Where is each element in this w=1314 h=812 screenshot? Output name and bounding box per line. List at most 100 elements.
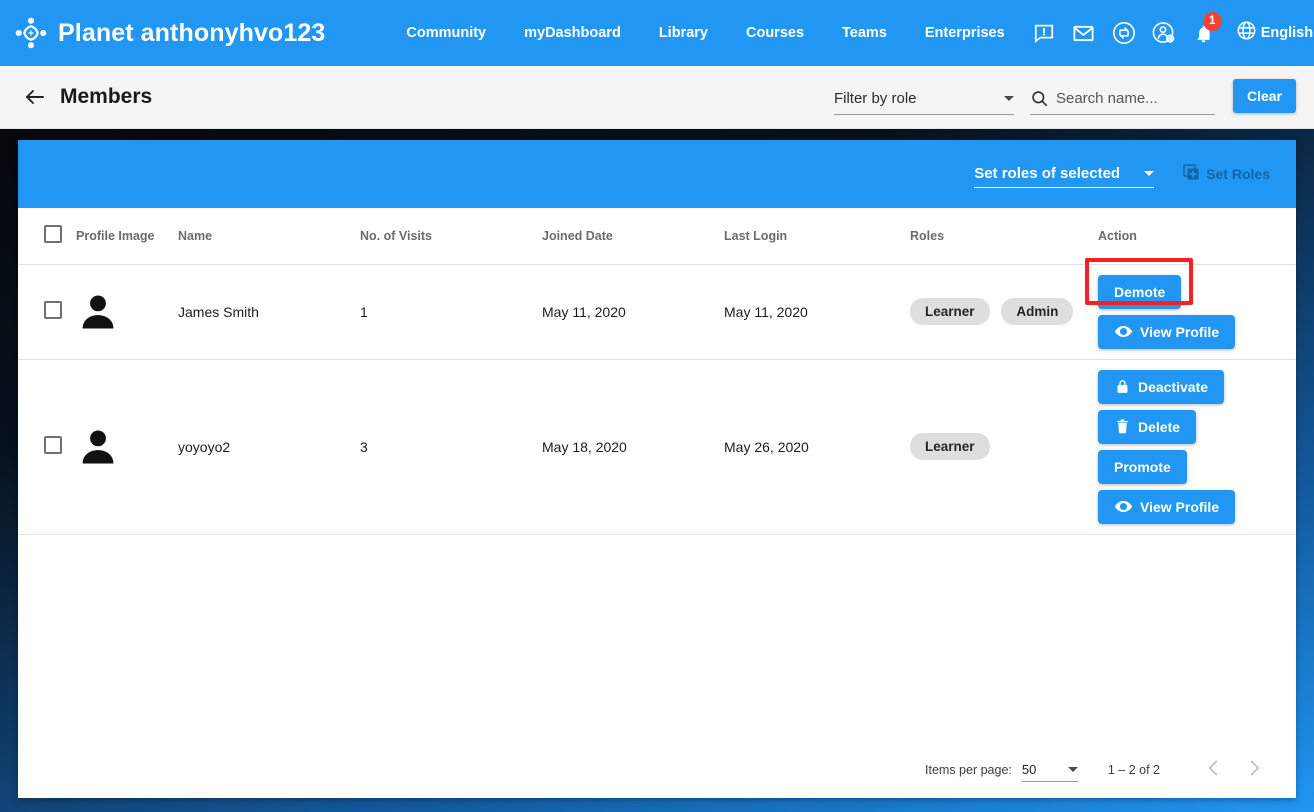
search-field[interactable] — [1029, 85, 1215, 115]
items-per-page-label: Items per page: — [925, 763, 1012, 777]
deactivate-label: Deactivate — [1138, 378, 1209, 395]
paginator: Items per page: 50 1 – 2 of 2 — [18, 742, 1296, 798]
promote-button[interactable]: Promote — [1098, 449, 1187, 484]
nav-links: Community myDashboard Library Courses Te… — [387, 0, 1023, 66]
notification-badge: 1 — [1202, 12, 1222, 31]
next-page-button[interactable] — [1234, 750, 1274, 790]
chevron-down-icon — [1067, 767, 1078, 772]
profile-image-cell — [76, 359, 178, 535]
view-profile-label: View Profile — [1140, 498, 1220, 515]
planet-logo-icon — [14, 16, 48, 50]
set-roles-button[interactable]: Set Roles — [1176, 159, 1276, 189]
user-settings-icon[interactable] — [1144, 11, 1184, 55]
header-profile-image: Profile Image — [76, 208, 178, 265]
view-profile-label: View Profile — [1140, 323, 1220, 340]
table-row: James Smith 1 May 11, 2020 May 11, 2020 … — [18, 264, 1296, 360]
set-roles-of-selected-select[interactable]: Set roles of selected — [974, 160, 1155, 188]
roles-cell: Learner Admin — [910, 264, 1098, 360]
action-buttons: Deactivate Delete Promote View Profile — [1098, 369, 1296, 524]
set-roles-label: Set Roles — [1206, 166, 1270, 182]
members-table: Profile Image Name No. of Visits Joined … — [18, 208, 1296, 535]
mail-icon[interactable] — [1064, 11, 1104, 55]
demote-label: Demote — [1114, 283, 1166, 300]
deactivate-button[interactable]: Deactivate — [1098, 369, 1225, 404]
table-header: Profile Image Name No. of Visits Joined … — [18, 208, 1296, 265]
feedback-icon[interactable] — [1024, 11, 1064, 55]
joined-date-cell: May 11, 2020 — [542, 264, 724, 360]
header-roles: Roles — [910, 208, 1098, 265]
filter-by-role-label: Filter by role — [833, 90, 917, 107]
view-profile-button[interactable]: View Profile — [1098, 314, 1236, 349]
select-all-header — [18, 208, 76, 265]
avatar — [76, 425, 178, 469]
card-toolbar: Set roles of selected Set Roles — [18, 140, 1296, 208]
language-selector[interactable]: English — [1224, 20, 1314, 46]
demote-button[interactable]: Demote — [1098, 274, 1182, 309]
clear-button[interactable]: Clear — [1232, 79, 1296, 113]
bell-icon[interactable]: 1 — [1184, 11, 1224, 55]
role-badge: Learner — [910, 433, 990, 460]
chevron-right-icon — [1244, 758, 1264, 783]
view-profile-button[interactable]: View Profile — [1098, 489, 1236, 524]
action-buttons: Demote View Profile — [1098, 274, 1296, 349]
arrow-back-icon[interactable] — [22, 84, 48, 110]
sync-icon[interactable] — [1104, 11, 1144, 55]
chevron-left-icon — [1204, 758, 1224, 783]
previous-page-button[interactable] — [1194, 750, 1234, 790]
profile-image-cell — [76, 264, 178, 360]
action-cell: Demote View Profile — [1098, 264, 1296, 360]
role-badge: Learner — [910, 298, 990, 325]
header-action: Action — [1098, 208, 1296, 265]
members-card: Set roles of selected Set Roles Profile … — [18, 140, 1296, 798]
eye-icon — [1114, 497, 1133, 516]
delete-label: Delete — [1138, 418, 1181, 435]
page-title: Members — [60, 85, 153, 108]
sub-header-tools: Filter by role Clear — [833, 79, 1296, 115]
items-per-page-select[interactable]: 50 — [1021, 758, 1078, 782]
table-body: James Smith 1 May 11, 2020 May 11, 2020 … — [18, 264, 1296, 535]
roles-cell: Learner — [910, 359, 1098, 535]
joined-date-cell: May 18, 2020 — [542, 359, 724, 535]
name-cell: yoyoyo2 — [178, 359, 360, 535]
set-roles-of-selected-label: Set roles of selected — [974, 165, 1121, 182]
last-login-cell: May 11, 2020 — [724, 264, 910, 360]
chevron-down-icon — [1144, 171, 1155, 176]
brand-title: Planet anthonyhvo123 — [58, 18, 326, 47]
table-header-row: Profile Image Name No. of Visits Joined … — [18, 208, 1296, 265]
last-login-cell: May 26, 2020 — [724, 359, 910, 535]
header-last-login: Last Login — [724, 208, 910, 265]
name-cell: James Smith — [178, 264, 360, 360]
brand[interactable]: Planet anthonyhvo123 — [14, 16, 325, 50]
nav-community[interactable]: Community — [387, 0, 505, 66]
action-cell: Deactivate Delete Promote View Profile — [1098, 359, 1296, 535]
chevron-down-icon — [1003, 96, 1014, 101]
visits-cell: 1 — [360, 264, 542, 360]
row-select-cell — [18, 264, 76, 360]
row-checkbox[interactable] — [44, 301, 62, 319]
lock-icon — [1114, 378, 1131, 395]
avatar — [76, 290, 178, 334]
nav-enterprises[interactable]: Enterprises — [906, 0, 1024, 66]
header-name: Name — [178, 208, 360, 265]
search-icon — [1030, 89, 1049, 108]
page-range-label: 1 – 2 of 2 — [1107, 763, 1160, 777]
row-checkbox[interactable] — [44, 436, 62, 454]
delete-button[interactable]: Delete — [1098, 409, 1197, 444]
header-no-of-visits: No. of Visits — [360, 208, 542, 265]
nav-mydashboard[interactable]: myDashboard — [505, 0, 640, 66]
nav-library[interactable]: Library — [640, 0, 727, 66]
add-box-icon — [1182, 163, 1201, 185]
filter-by-role-select[interactable]: Filter by role — [833, 85, 1014, 115]
nav-teams[interactable]: Teams — [823, 0, 906, 66]
eye-icon — [1114, 322, 1133, 341]
row-select-cell — [18, 359, 76, 535]
sub-header: Members Filter by role Clear — [0, 66, 1314, 129]
visits-cell: 3 — [360, 359, 542, 535]
items-per-page-value: 50 — [1021, 762, 1037, 777]
trash-icon — [1114, 418, 1131, 435]
header-joined-date: Joined Date — [542, 208, 724, 265]
select-all-checkbox[interactable] — [44, 225, 62, 244]
nav-courses[interactable]: Courses — [727, 0, 823, 66]
nav-icons: 1 English — [1024, 11, 1314, 55]
search-input[interactable] — [1055, 90, 1215, 107]
